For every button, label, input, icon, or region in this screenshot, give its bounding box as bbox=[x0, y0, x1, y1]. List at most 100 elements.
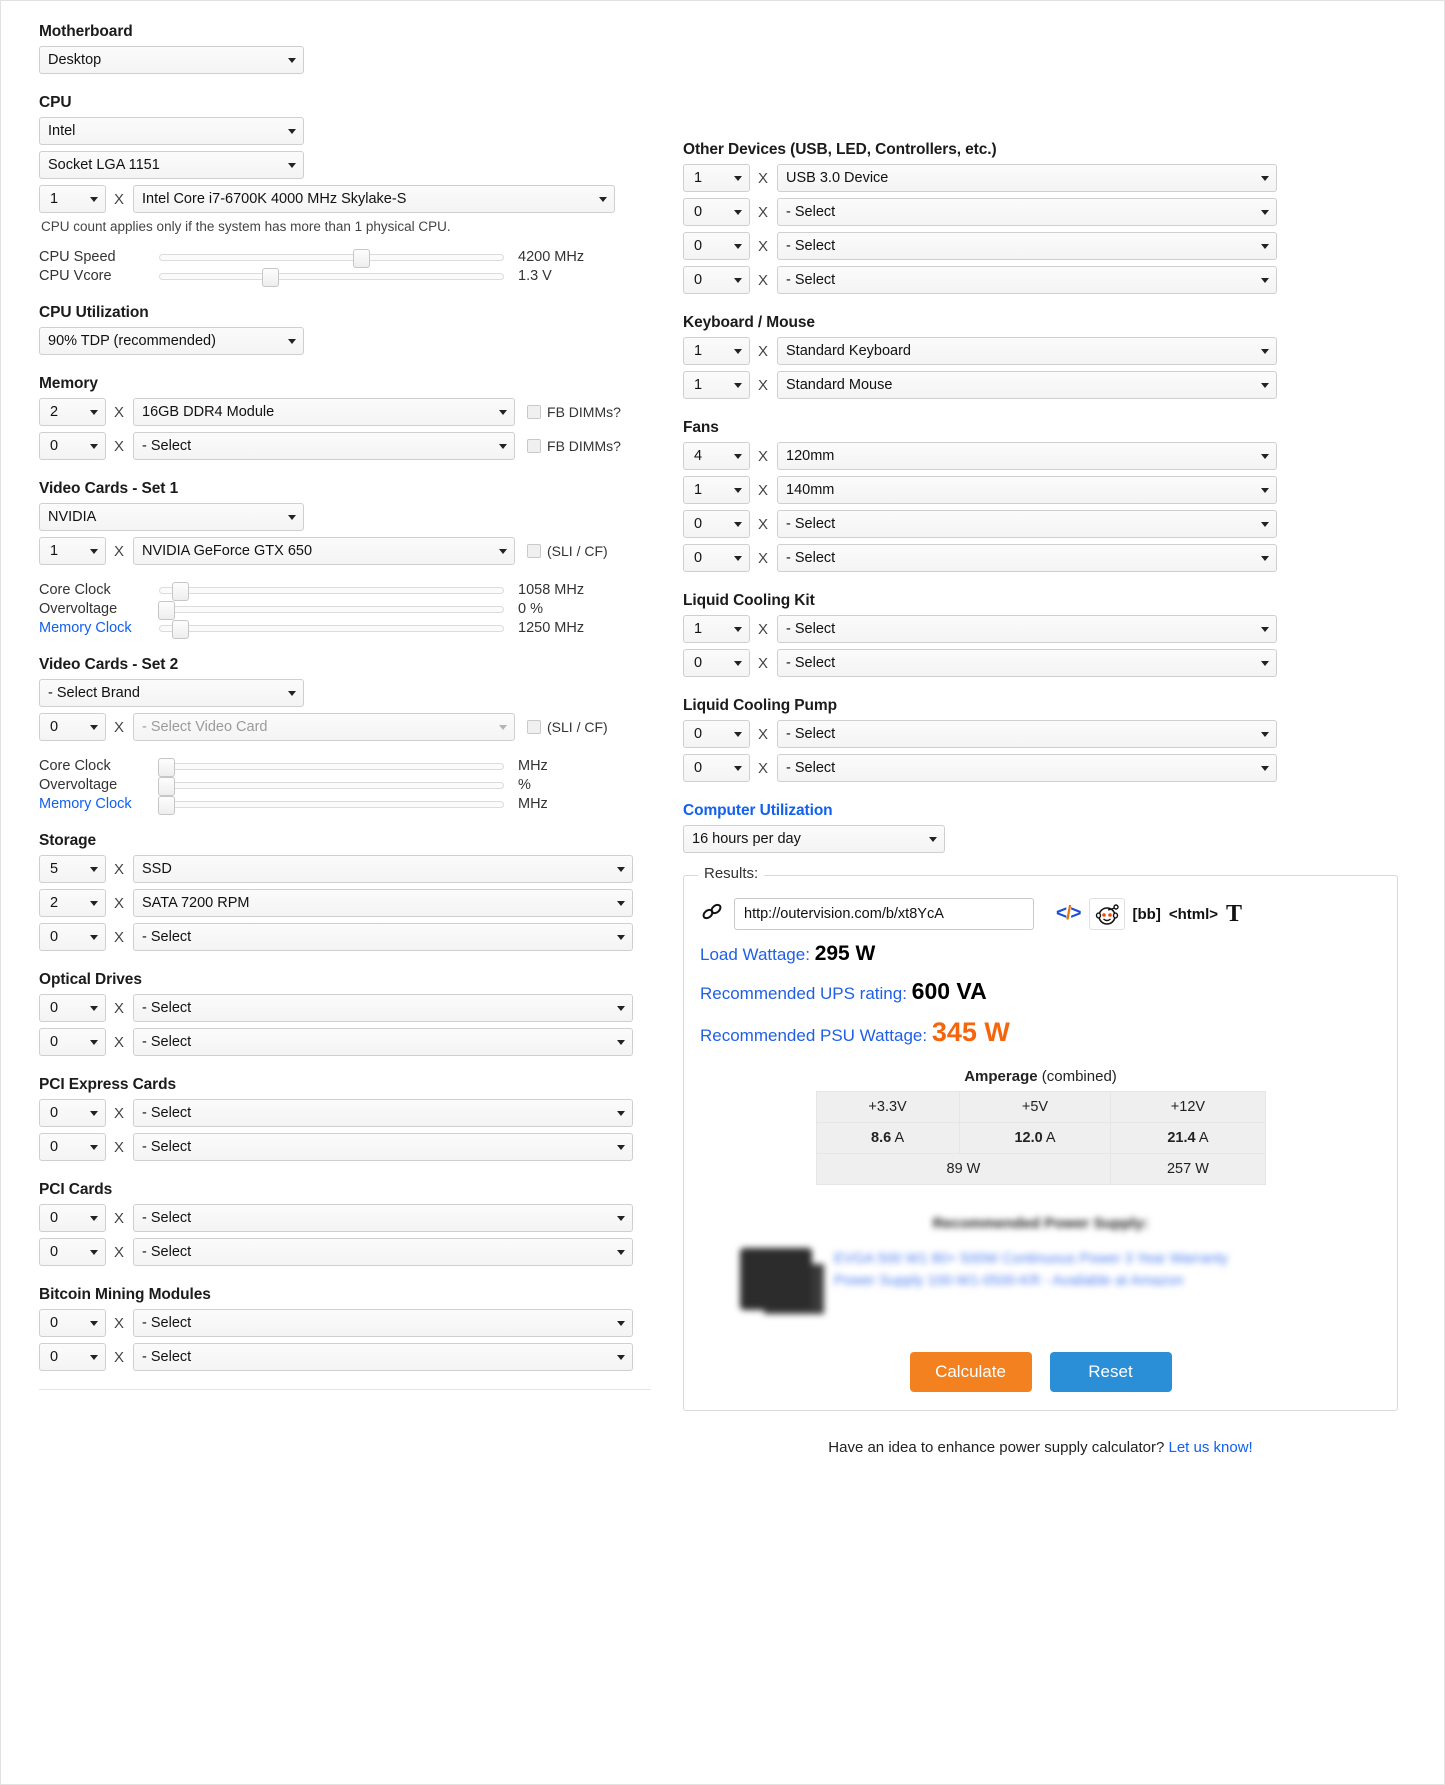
video2-model-select[interactable]: - Select Video Card bbox=[133, 713, 516, 741]
fan-size-select[interactable]: - Select bbox=[777, 544, 1278, 572]
video1-model-select[interactable]: NVIDIA GeForce GTX 650 bbox=[133, 537, 516, 565]
slider-handle[interactable] bbox=[172, 619, 189, 639]
liquid-pump-select[interactable]: - Select bbox=[777, 754, 1278, 782]
memory-module-select[interactable]: - Select bbox=[133, 432, 516, 460]
fan-count-select[interactable]: 1 bbox=[683, 476, 750, 504]
optical-type-select[interactable]: - Select bbox=[133, 1028, 634, 1056]
fan-count-select[interactable]: 0 bbox=[683, 544, 750, 572]
pcie-count-select[interactable]: 0 bbox=[39, 1099, 106, 1127]
slider-handle[interactable] bbox=[158, 757, 175, 777]
fan-size-select[interactable]: - Select bbox=[777, 510, 1278, 538]
slider-handle[interactable] bbox=[158, 795, 175, 815]
other-device-select[interactable]: USB 3.0 Device bbox=[777, 164, 1278, 192]
liquid-kit-count-select[interactable]: 0 bbox=[683, 649, 750, 677]
video2-core-clock-slider[interactable] bbox=[158, 757, 504, 777]
storage-count-select[interactable]: 0 bbox=[39, 923, 106, 951]
fb-dimms-checkbox[interactable] bbox=[527, 405, 542, 419]
liquid-pump-count-select[interactable]: 0 bbox=[683, 754, 750, 782]
liquid-kit-count-select[interactable]: 1 bbox=[683, 615, 750, 643]
sli-checkbox[interactable] bbox=[527, 720, 542, 734]
bbcode-icon[interactable]: [bb] bbox=[1133, 906, 1161, 923]
slider-handle[interactable] bbox=[353, 248, 370, 268]
plain-text-icon[interactable]: T bbox=[1226, 901, 1242, 928]
cpu-speed-slider[interactable] bbox=[159, 248, 504, 268]
bitcoin-module-select[interactable]: - Select bbox=[133, 1309, 634, 1337]
video1-overvoltage-slider[interactable] bbox=[158, 600, 504, 620]
sli-checkbox-wrap[interactable]: (SLI / CF) bbox=[527, 719, 608, 735]
other-device-count-select[interactable]: 0 bbox=[683, 232, 750, 260]
cpu-model-select[interactable]: Intel Core i7-6700K 4000 MHz Skylake-S bbox=[133, 185, 616, 213]
fan-size-select[interactable]: 120mm bbox=[777, 442, 1278, 470]
memory-count-select[interactable]: 0 bbox=[39, 432, 106, 460]
video2-overvoltage-slider[interactable] bbox=[158, 776, 504, 796]
motherboard-select[interactable]: Desktop bbox=[39, 46, 304, 74]
let-us-know-link[interactable]: Let us know! bbox=[1169, 1439, 1253, 1456]
cpu-vcore-slider[interactable] bbox=[159, 267, 504, 287]
video1-brand-select[interactable]: NVIDIA bbox=[39, 503, 304, 531]
sli-checkbox[interactable] bbox=[527, 544, 542, 558]
liquid-kit-select[interactable]: - Select bbox=[777, 615, 1278, 643]
cpu-utilization-select[interactable]: 90% TDP (recommended) bbox=[39, 327, 304, 355]
mouse-count-select[interactable]: 1 bbox=[683, 371, 750, 399]
video1-core-clock-slider[interactable] bbox=[159, 581, 504, 601]
storage-count-select[interactable]: 5 bbox=[39, 855, 106, 883]
storage-count-select[interactable]: 2 bbox=[39, 889, 106, 917]
video2-memory-clock-slider[interactable] bbox=[158, 795, 504, 815]
pci-count-select[interactable]: 0 bbox=[39, 1238, 106, 1266]
bitcoin-count-select[interactable]: 0 bbox=[39, 1309, 106, 1337]
bitcoin-module-select[interactable]: - Select bbox=[133, 1343, 634, 1371]
fan-count-select[interactable]: 0 bbox=[683, 510, 750, 538]
pci-card-select[interactable]: - Select bbox=[133, 1204, 634, 1232]
storage-type-select[interactable]: SATA 7200 RPM bbox=[133, 889, 634, 917]
storage-type-select[interactable]: - Select bbox=[133, 923, 634, 951]
memory-module-select[interactable]: 16GB DDR4 Module bbox=[133, 398, 516, 426]
slider-handle[interactable] bbox=[158, 776, 175, 796]
storage-type-select[interactable]: SSD bbox=[133, 855, 634, 883]
memory-count-select[interactable]: 2 bbox=[39, 398, 106, 426]
calculate-button[interactable]: Calculate bbox=[909, 1352, 1032, 1392]
html-code-icon[interactable]: <html> bbox=[1169, 906, 1218, 923]
other-device-select[interactable]: - Select bbox=[777, 198, 1278, 226]
fan-count-select[interactable]: 4 bbox=[683, 442, 750, 470]
link-icon[interactable] bbox=[700, 901, 726, 927]
fb-dimms-checkbox-wrap[interactable]: FB DIMMs? bbox=[527, 438, 621, 454]
cpu-count-select[interactable]: 1 bbox=[39, 185, 106, 213]
psu-product-link[interactable]: EVGA 500 W1 80+ 500W Continuous Power 3 … bbox=[834, 1248, 1234, 1292]
slider-handle[interactable] bbox=[158, 600, 175, 620]
embed-code-icon[interactable]: </> bbox=[1056, 903, 1082, 925]
fb-dimms-checkbox-wrap[interactable]: FB DIMMs? bbox=[527, 404, 621, 420]
keyboard-select[interactable]: Standard Keyboard bbox=[777, 337, 1278, 365]
sli-checkbox-wrap[interactable]: (SLI / CF) bbox=[527, 543, 608, 559]
liquid-kit-select[interactable]: - Select bbox=[777, 649, 1278, 677]
reddit-icon[interactable] bbox=[1088, 898, 1125, 930]
pcie-count-select[interactable]: 0 bbox=[39, 1133, 106, 1161]
bitcoin-count-select[interactable]: 0 bbox=[39, 1343, 106, 1371]
other-device-count-select[interactable]: 0 bbox=[683, 266, 750, 294]
liquid-pump-count-select[interactable]: 0 bbox=[683, 720, 750, 748]
other-device-count-select[interactable]: 0 bbox=[683, 198, 750, 226]
share-url-input[interactable]: http://outervision.com/b/xt8YcA bbox=[734, 898, 1034, 930]
mouse-select[interactable]: Standard Mouse bbox=[777, 371, 1278, 399]
pcie-card-select[interactable]: - Select bbox=[133, 1099, 634, 1127]
optical-type-select[interactable]: - Select bbox=[133, 994, 634, 1022]
computer-utilization-select[interactable]: 16 hours per day bbox=[683, 825, 945, 853]
other-device-select[interactable]: - Select bbox=[777, 266, 1278, 294]
fan-size-select[interactable]: 140mm bbox=[777, 476, 1278, 504]
video2-count-select[interactable]: 0 bbox=[39, 713, 106, 741]
liquid-pump-select[interactable]: - Select bbox=[777, 720, 1278, 748]
video2-brand-select[interactable]: - Select Brand bbox=[39, 679, 304, 707]
other-device-select[interactable]: - Select bbox=[777, 232, 1278, 260]
pci-count-select[interactable]: 0 bbox=[39, 1204, 106, 1232]
other-device-count-select[interactable]: 1 bbox=[683, 164, 750, 192]
pci-card-select[interactable]: - Select bbox=[133, 1238, 634, 1266]
video1-memory-clock-slider[interactable] bbox=[159, 619, 504, 639]
keyboard-count-select[interactable]: 1 bbox=[683, 337, 750, 365]
reset-button[interactable]: Reset bbox=[1049, 1352, 1172, 1392]
fb-dimms-checkbox[interactable] bbox=[527, 439, 542, 453]
cpu-brand-select[interactable]: Intel bbox=[39, 117, 304, 145]
slider-handle[interactable] bbox=[172, 581, 189, 601]
video1-count-select[interactable]: 1 bbox=[39, 537, 106, 565]
optical-count-select[interactable]: 0 bbox=[39, 1028, 106, 1056]
slider-handle[interactable] bbox=[262, 267, 279, 287]
pcie-card-select[interactable]: - Select bbox=[133, 1133, 634, 1161]
